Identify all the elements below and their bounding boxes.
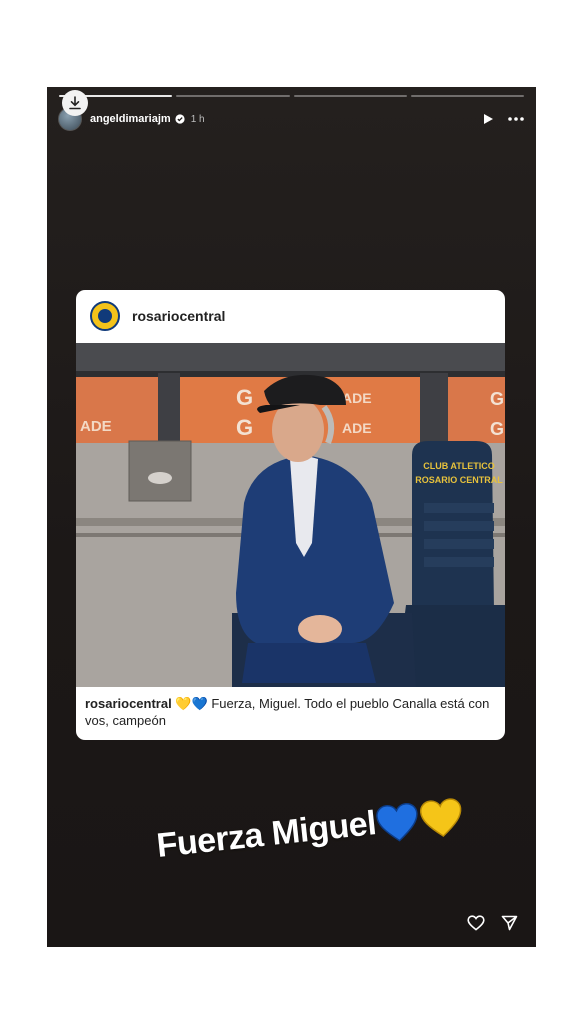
story-progress-bar	[59, 95, 524, 97]
banner-text: G	[490, 389, 504, 409]
banner-text: ADE	[342, 420, 372, 436]
banner-text: ADE	[80, 418, 112, 435]
banner-text: G	[236, 415, 253, 440]
post-caption: rosariocentral 💛💙 Fuerza, Miguel. Todo e…	[85, 695, 496, 729]
progress-segment	[410, 95, 524, 97]
heart-outline-icon[interactable]	[467, 915, 485, 931]
caption-username[interactable]: rosariocentral	[85, 696, 172, 711]
yellow-heart-icon	[420, 798, 462, 837]
club-logo	[90, 301, 120, 331]
text-sticker: Fuerza Miguel	[155, 795, 466, 868]
blue-heart-icon	[376, 802, 418, 842]
shared-post-card[interactable]: rosariocentral ADE G G ADE ADE G G CLUB …	[76, 290, 505, 740]
post-photo: ADE G G ADE ADE G G CLUB ATLETICO ROSARI…	[76, 343, 505, 687]
story-header: angeldimariajm 1 h	[58, 107, 524, 131]
banner-text: ADE	[342, 390, 372, 406]
story-viewer[interactable]: angeldimariajm 1 h rosariocentral ADE G	[47, 87, 536, 947]
story-footer-actions	[467, 915, 518, 931]
verified-badge-icon	[175, 114, 185, 124]
banner-text: G	[490, 419, 504, 439]
more-options-icon[interactable]	[508, 117, 524, 121]
send-icon[interactable]	[501, 915, 518, 931]
download-icon[interactable]	[62, 90, 88, 116]
seat-text: ROSARIO CENTRAL	[415, 475, 503, 485]
post-header: rosariocentral	[76, 290, 505, 342]
progress-segment	[293, 95, 407, 97]
post-account[interactable]: rosariocentral	[132, 308, 225, 324]
progress-segment	[176, 95, 290, 97]
story-username[interactable]: angeldimariajm	[90, 113, 171, 125]
story-time: 1 h	[190, 113, 205, 125]
sticker-text: Fuerza Miguel	[154, 804, 378, 865]
banner-text: G	[236, 385, 253, 410]
play-icon[interactable]	[483, 113, 494, 125]
seat-text: CLUB ATLETICO	[423, 461, 495, 471]
caption-hearts: 💛💙	[175, 696, 208, 711]
